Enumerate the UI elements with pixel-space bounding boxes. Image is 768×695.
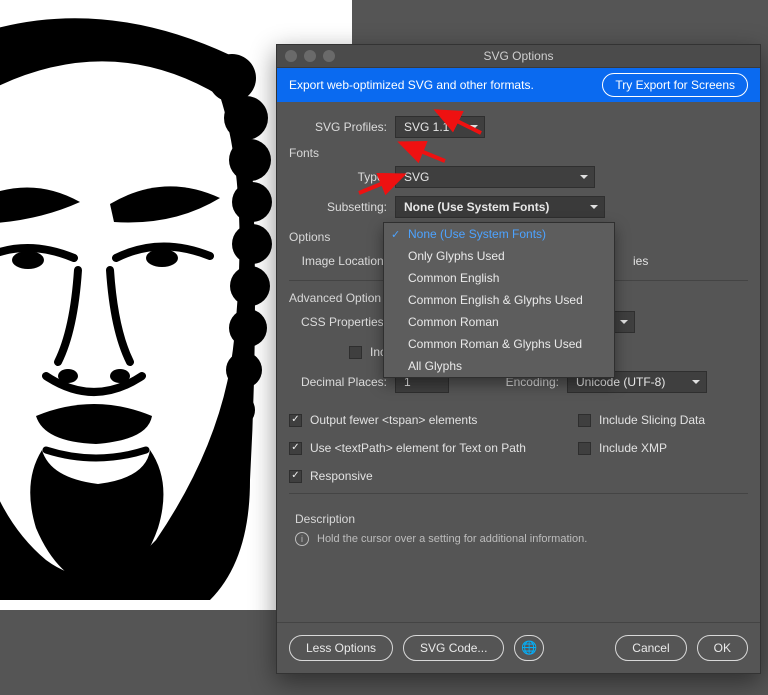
responsive-label: Responsive bbox=[310, 469, 373, 483]
image-location-trailing: ies bbox=[633, 254, 648, 268]
include-unused-styles-checkbox[interactable] bbox=[349, 346, 362, 359]
vector-artwork bbox=[0, 0, 310, 610]
subsetting-option[interactable]: All Glyphs bbox=[384, 355, 614, 377]
decimal-places-label: Decimal Places: bbox=[289, 375, 387, 389]
window-controls[interactable] bbox=[285, 50, 335, 62]
slicing-label: Include Slicing Data bbox=[599, 413, 705, 427]
info-icon: i bbox=[295, 532, 309, 546]
description-section-title: Description bbox=[295, 512, 742, 526]
preview-browser-button[interactable]: 🌐 bbox=[514, 635, 544, 661]
subsetting-label: Subsetting: bbox=[289, 200, 387, 214]
divider bbox=[289, 493, 748, 494]
responsive-checkbox[interactable] bbox=[289, 470, 302, 483]
font-type-select[interactable]: SVG bbox=[395, 166, 595, 188]
output-tspan-checkbox[interactable] bbox=[289, 414, 302, 427]
slicing-checkbox[interactable] bbox=[578, 414, 591, 427]
subsetting-option[interactable]: Common English bbox=[384, 267, 614, 289]
titlebar[interactable]: SVG Options bbox=[277, 45, 760, 68]
promo-banner: Export web-optimized SVG and other forma… bbox=[277, 68, 760, 102]
font-type-label: Type: bbox=[289, 170, 387, 184]
promo-text: Export web-optimized SVG and other forma… bbox=[289, 78, 534, 92]
subsetting-option[interactable]: Only Glyphs Used bbox=[384, 245, 614, 267]
textpath-checkbox[interactable] bbox=[289, 442, 302, 455]
subsetting-option[interactable]: Common English & Glyphs Used bbox=[384, 289, 614, 311]
svg-options-dialog: SVG Options Export web-optimized SVG and… bbox=[276, 44, 761, 674]
subsetting-option[interactable]: Common Roman bbox=[384, 311, 614, 333]
traffic-max-icon[interactable] bbox=[323, 50, 335, 62]
subsetting-select[interactable]: None (Use System Fonts) bbox=[395, 196, 605, 218]
subsetting-option[interactable]: None (Use System Fonts) bbox=[384, 223, 614, 245]
subsetting-option[interactable]: Common Roman & Glyphs Used bbox=[384, 333, 614, 355]
description-hint: i Hold the cursor over a setting for add… bbox=[295, 532, 742, 546]
traffic-close-icon[interactable] bbox=[285, 50, 297, 62]
xmp-label: Include XMP bbox=[599, 441, 667, 455]
textpath-label: Use <textPath> element for Text on Path bbox=[310, 441, 526, 455]
svg-profiles-select[interactable]: SVG 1.1 bbox=[395, 116, 485, 138]
image-location-label: Image Location: bbox=[289, 254, 387, 268]
description-hint-text: Hold the cursor over a setting for addit… bbox=[317, 533, 587, 545]
font-type-value: SVG bbox=[404, 170, 429, 184]
globe-icon: 🌐 bbox=[521, 640, 537, 656]
output-tspan-label: Output fewer <tspan> elements bbox=[310, 413, 477, 427]
svg-profiles-label: SVG Profiles: bbox=[289, 120, 387, 134]
dialog-title: SVG Options bbox=[285, 49, 752, 63]
css-properties-label: CSS Properties: bbox=[289, 315, 387, 329]
dialog-footer: Less Options SVG Code... 🌐 Cancel OK bbox=[277, 622, 760, 673]
subsetting-value: None (Use System Fonts) bbox=[404, 200, 549, 214]
less-options-button[interactable]: Less Options bbox=[289, 635, 393, 661]
fonts-section-title: Fonts bbox=[289, 146, 748, 160]
export-for-screens-button[interactable]: Try Export for Screens bbox=[602, 73, 748, 97]
xmp-checkbox[interactable] bbox=[578, 442, 591, 455]
subsetting-dropdown[interactable]: None (Use System Fonts) Only Glyphs Used… bbox=[383, 222, 615, 378]
cancel-button[interactable]: Cancel bbox=[615, 635, 686, 661]
ok-button[interactable]: OK bbox=[697, 635, 748, 661]
svg-profiles-value: SVG 1.1 bbox=[404, 120, 449, 134]
svg-code-button[interactable]: SVG Code... bbox=[403, 635, 504, 661]
traffic-min-icon[interactable] bbox=[304, 50, 316, 62]
